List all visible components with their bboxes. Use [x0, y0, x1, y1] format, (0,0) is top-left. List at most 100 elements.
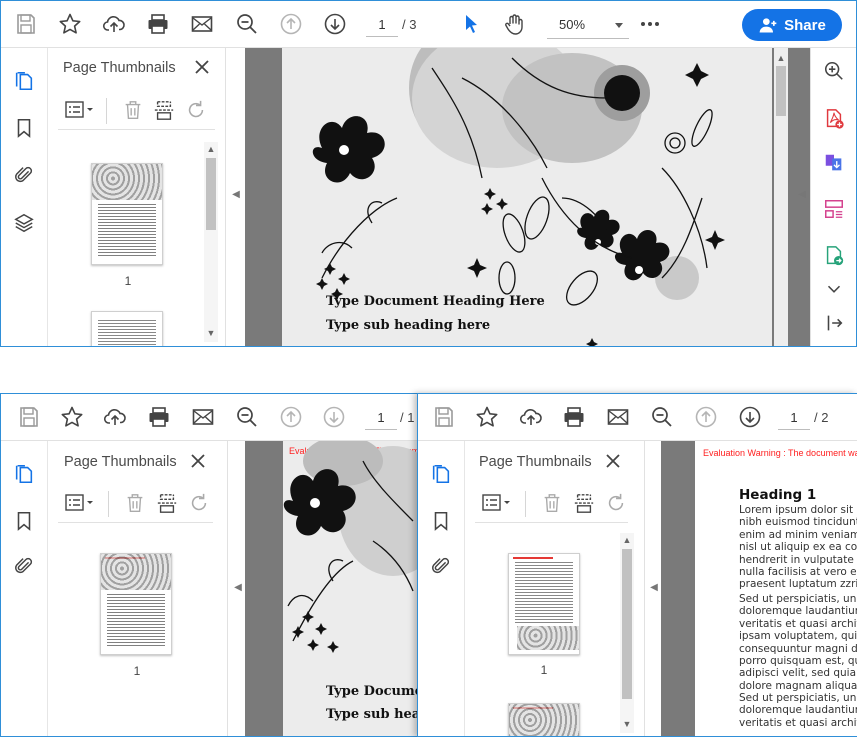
- zoom-select[interactable]: 50%: [547, 13, 629, 39]
- page-thumbnail-1[interactable]: [508, 553, 580, 655]
- trash-icon[interactable]: [122, 491, 148, 515]
- document-scrollbar[interactable]: ▲: [774, 48, 788, 346]
- save-icon[interactable]: [15, 403, 43, 431]
- trash-icon[interactable]: [539, 491, 565, 515]
- page-number-input[interactable]: 1: [365, 406, 397, 430]
- page-down-icon[interactable]: [321, 10, 349, 38]
- upload-cloud-icon[interactable]: [100, 10, 128, 38]
- page-thumbnail-1[interactable]: [91, 163, 163, 265]
- page-down-icon[interactable]: [320, 403, 348, 431]
- page-thumbnail-2[interactable]: [508, 703, 580, 736]
- rotate-icon[interactable]: [603, 491, 629, 515]
- share-button[interactable]: Share: [742, 9, 842, 41]
- chevron-up-icon[interactable]: ▲: [206, 144, 216, 154]
- zoom-out-icon[interactable]: [648, 403, 676, 431]
- star-icon[interactable]: [473, 403, 501, 431]
- hand-tool-icon[interactable]: [501, 10, 529, 38]
- chevron-up-icon[interactable]: ▲: [776, 53, 786, 63]
- email-icon[interactable]: [604, 403, 632, 431]
- print-icon[interactable]: [144, 10, 172, 38]
- close-icon[interactable]: [189, 452, 207, 470]
- left-tool-rail: [1, 48, 48, 346]
- star-icon[interactable]: [58, 403, 86, 431]
- zoom-out-icon[interactable]: [233, 403, 261, 431]
- extract-pages-icon[interactable]: [151, 98, 177, 122]
- pages-icon[interactable]: [11, 461, 37, 487]
- page-thumbnail-2[interactable]: [91, 311, 163, 346]
- attachment-icon[interactable]: [11, 162, 37, 188]
- toolbar-divider: [106, 98, 107, 124]
- panel-title: Page Thumbnails: [479, 454, 592, 470]
- print-icon[interactable]: [145, 403, 173, 431]
- upload-cloud-icon[interactable]: [101, 403, 129, 431]
- combine-files-icon[interactable]: [821, 150, 847, 176]
- top-acrobat-window: 1 / 3 50% Share Page Thumbnails 1 ▲ ▼ ◀ …: [0, 0, 857, 347]
- upload-cloud-icon[interactable]: [517, 403, 545, 431]
- rotate-icon[interactable]: [183, 98, 209, 122]
- organize-pages-icon[interactable]: [821, 196, 847, 222]
- thumbnail-scrollbar[interactable]: ▲ ▼: [204, 142, 218, 342]
- attachment-icon[interactable]: [11, 553, 37, 579]
- close-icon[interactable]: [604, 452, 622, 470]
- document-heading: Type Document Heading Here: [326, 294, 545, 309]
- chevron-down-icon[interactable]: ▼: [622, 719, 632, 729]
- zoom-value: 50%: [559, 17, 586, 32]
- bookmark-icon[interactable]: [11, 115, 37, 141]
- zoom-in-icon[interactable]: [821, 58, 847, 84]
- document-heading: Type Docume: [326, 684, 420, 699]
- collapse-rail-icon[interactable]: [821, 310, 847, 336]
- pages-icon[interactable]: [428, 461, 454, 487]
- thumbnail-scrollbar[interactable]: ▲ ▼: [620, 533, 634, 733]
- select-cursor-icon[interactable]: [457, 10, 485, 38]
- page-thumbnail-1[interactable]: [100, 553, 172, 655]
- document-page: Evaluation Warning : The document w Type…: [283, 441, 420, 736]
- bottom-left-toolbar: 1 / 1: [1, 394, 419, 441]
- pages-icon[interactable]: [11, 68, 37, 94]
- page-total: / 3: [402, 17, 417, 32]
- extract-pages-icon[interactable]: [154, 491, 180, 515]
- thumbnail-options-icon[interactable]: [479, 491, 515, 515]
- page-up-icon[interactable]: [692, 403, 720, 431]
- export-pdf-icon[interactable]: [821, 243, 847, 269]
- save-icon[interactable]: [430, 403, 458, 431]
- thumbnail-options-icon[interactable]: [62, 491, 98, 515]
- create-pdf-icon[interactable]: [821, 106, 847, 132]
- thumbnail-label: 1: [540, 663, 548, 677]
- thumbnail-toolbar: [58, 90, 215, 130]
- collapse-left-panel[interactable]: ◀: [647, 582, 661, 593]
- collapse-left-panel[interactable]: ◀: [231, 582, 245, 593]
- chevron-down-icon[interactable]: ▼: [206, 328, 216, 338]
- page-number-input[interactable]: 1: [366, 13, 398, 37]
- layers-icon[interactable]: [11, 210, 37, 236]
- document-subheading: Type sub heading here: [326, 318, 491, 333]
- page-down-icon[interactable]: [736, 403, 764, 431]
- save-icon[interactable]: [12, 10, 40, 38]
- right-tool-rail: [810, 48, 856, 346]
- email-icon[interactable]: [188, 10, 216, 38]
- document-heading: Heading 1: [739, 487, 817, 503]
- thumbnail-panel: Page Thumbnails 1: [465, 441, 645, 736]
- page-number-input[interactable]: 1: [778, 406, 810, 430]
- close-icon[interactable]: [193, 58, 211, 76]
- document-view: Evaluation Warning : The document w Type…: [245, 441, 420, 736]
- zoom-out-icon[interactable]: [233, 10, 261, 38]
- left-tool-rail: [418, 441, 465, 736]
- trash-icon[interactable]: [120, 98, 146, 122]
- rotate-icon[interactable]: [186, 491, 212, 515]
- star-icon[interactable]: [56, 10, 84, 38]
- email-icon[interactable]: [189, 403, 217, 431]
- print-icon[interactable]: [560, 403, 588, 431]
- thumbnail-options-icon[interactable]: [62, 98, 98, 122]
- paragraph-1: Lorem ipsum dolor sit a nibh euismod tin…: [739, 504, 857, 591]
- chevron-down-icon[interactable]: [821, 276, 847, 302]
- page-up-icon[interactable]: [277, 403, 305, 431]
- page-up-icon[interactable]: [277, 10, 305, 38]
- collapse-right-panel[interactable]: ◀: [795, 189, 809, 200]
- bookmark-icon[interactable]: [11, 508, 37, 534]
- chevron-up-icon[interactable]: ▲: [622, 535, 632, 545]
- bookmark-icon[interactable]: [428, 508, 454, 534]
- more-options-icon[interactable]: [636, 10, 664, 38]
- collapse-left-panel[interactable]: ◀: [229, 189, 243, 200]
- attachment-icon[interactable]: [428, 553, 454, 579]
- extract-pages-icon[interactable]: [571, 491, 597, 515]
